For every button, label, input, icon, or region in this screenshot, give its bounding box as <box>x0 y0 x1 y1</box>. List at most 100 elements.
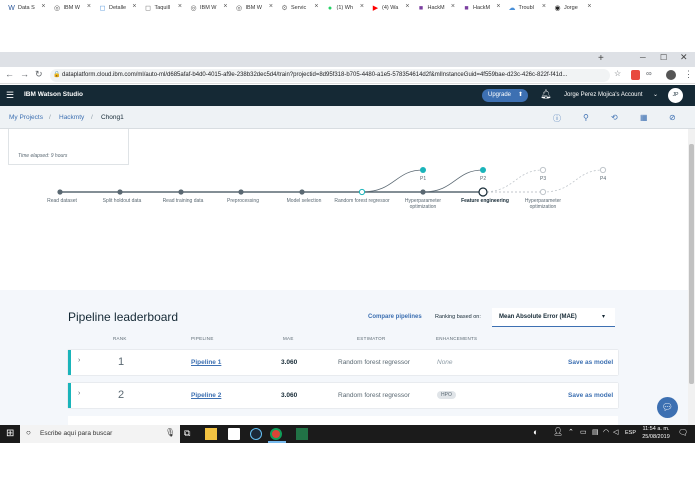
save-as-model-button[interactable]: Save as model <box>568 359 613 366</box>
pipeline-node-p2 <box>480 167 486 173</box>
browser-tab[interactable]: ⚙ Servic × <box>277 1 322 15</box>
volume-icon[interactable]: ◁ <box>613 428 618 436</box>
people-icon[interactable]: 👤︎ <box>553 427 563 436</box>
close-window-icon[interactable]: ✕ <box>680 52 688 63</box>
tab-close-icon[interactable]: × <box>360 3 364 10</box>
language-indicator[interactable]: ESP <box>625 430 636 436</box>
avatar[interactable]: JP <box>668 88 683 103</box>
task-view-icon[interactable]: ⧉ <box>184 428 190 439</box>
browser-tab[interactable]: ▶ (4) Wa × <box>368 1 413 15</box>
tab-close-icon[interactable]: × <box>496 3 500 10</box>
tab-label: IBM W <box>63 5 81 11</box>
minimize-icon[interactable]: ─ <box>640 53 646 62</box>
extension-link-icon[interactable]: ∞ <box>646 69 652 78</box>
browser-tab[interactable]: ◻ Taquill × <box>141 1 186 15</box>
chat-icon[interactable]: 💬︎ <box>657 397 678 418</box>
tray-app-icon[interactable]: ◐ <box>533 427 538 437</box>
enhancements-cell: None <box>437 359 453 366</box>
share-icon[interactable]: ⚲ <box>583 113 589 122</box>
column-header-enhancements: ENHANCEMENTS <box>436 336 478 341</box>
chevron-down-icon[interactable]: ⌄ <box>653 91 658 98</box>
clock-date[interactable]: 25/08/2019 <box>641 434 671 440</box>
windows-start-icon[interactable]: ⊞ <box>6 428 14 439</box>
tab-close-icon[interactable]: × <box>542 3 546 10</box>
network-icon[interactable]: ▤ <box>592 428 599 436</box>
grid-icon[interactable]: ▦ <box>640 113 648 122</box>
extension-icon[interactable] <box>631 70 640 80</box>
notification-bell-icon[interactable]: 🔔︎ <box>540 89 551 100</box>
chrome-icon[interactable] <box>270 428 282 440</box>
step-label: Model selection <box>286 198 322 204</box>
browser-tab[interactable]: W Data S × <box>4 1 49 15</box>
pipeline-link[interactable]: Pipeline 2 <box>191 392 221 399</box>
pipeline-link[interactable]: Pipeline 1 <box>191 359 221 366</box>
ranking-select[interactable]: Mean Absolute Error (MAE) ▾ <box>492 308 615 327</box>
browser-tab[interactable]: ■ HackM × <box>414 1 459 15</box>
scrollbar-thumb[interactable] <box>689 144 694 384</box>
reload-icon[interactable]: ↻ <box>35 69 43 80</box>
notifications-icon[interactable]: 🗨︎ <box>678 428 688 437</box>
tab-close-icon[interactable]: × <box>87 3 91 10</box>
expand-chevron-icon[interactable]: › <box>78 390 80 397</box>
maximize-icon[interactable]: ☐ <box>660 53 667 62</box>
browser-menu-icon[interactable]: ⋮ <box>684 69 693 80</box>
hamburger-menu-icon[interactable]: ☰ <box>6 90 14 101</box>
profile-avatar-icon[interactable] <box>666 70 676 80</box>
tab-close-icon[interactable]: × <box>223 3 227 10</box>
save-as-model-button[interactable]: Save as model <box>568 392 613 399</box>
tab-label: (4) Wa <box>382 5 399 11</box>
pipeline-label-p1: P1 <box>420 176 427 182</box>
breadcrumb-item-project[interactable]: Hackmty <box>59 114 84 121</box>
compare-pipelines-link[interactable]: Compare pipelines <box>368 314 422 320</box>
tab-close-icon[interactable]: × <box>132 3 136 10</box>
tab-close-icon[interactable]: × <box>41 3 45 10</box>
breadcrumb-item-projects[interactable]: My Projects <box>9 114 43 121</box>
excel-icon[interactable] <box>296 428 308 440</box>
tab-close-icon[interactable]: × <box>314 3 318 10</box>
table-row[interactable]: › 2 Pipeline 2 3.060 Random forest regre… <box>68 383 618 408</box>
mae-cell: 3.060 <box>281 392 298 399</box>
browser-tab[interactable]: ● (1) Wh × <box>323 1 368 15</box>
tab-close-icon[interactable]: × <box>451 3 455 10</box>
back-icon[interactable]: ← <box>5 69 14 79</box>
compass-icon[interactable]: ⊘ <box>669 113 676 122</box>
clock-time[interactable]: 11:54 a. m. <box>641 426 671 432</box>
tab-label: (1) Wh <box>336 5 354 11</box>
branch-p3 <box>482 169 544 193</box>
tab-close-icon[interactable]: × <box>269 3 273 10</box>
browser-tab[interactable]: ◎ IBM W × <box>186 1 231 15</box>
upgrade-label: Upgrade <box>488 92 512 98</box>
browser-tab[interactable]: ■ HackM × <box>459 1 504 15</box>
store-icon[interactable] <box>228 428 240 440</box>
upgrade-button[interactable]: Upgrade ⬆ <box>482 89 528 102</box>
tray-expand-icon[interactable]: ⌃ <box>568 428 574 436</box>
pipeline-node-p4 <box>599 166 607 174</box>
battery-icon[interactable]: ▭ <box>580 428 587 436</box>
tab-close-icon[interactable]: × <box>178 3 182 10</box>
file-explorer-icon[interactable] <box>205 428 217 440</box>
history-icon[interactable]: ⟲ <box>611 113 618 122</box>
pipeline-node-p1 <box>420 167 426 173</box>
new-tab-button[interactable]: + <box>598 53 604 64</box>
tab-label: HackM <box>427 5 445 11</box>
expand-chevron-icon[interactable]: › <box>78 357 80 364</box>
info-icon[interactable]: ⓘ <box>553 113 561 124</box>
table-row[interactable]: › 1 Pipeline 1 3.060 Random forest regre… <box>68 350 618 375</box>
browser-tab[interactable]: ◎ IBM W × <box>232 1 277 15</box>
steam-icon[interactable] <box>250 428 262 440</box>
brand-title[interactable]: IBM Watson Studio <box>24 91 83 98</box>
tab-close-icon[interactable]: × <box>587 3 591 10</box>
tab-close-icon[interactable]: × <box>405 3 409 10</box>
wifi-icon[interactable]: ◠ <box>603 428 609 436</box>
url-input[interactable]: 🔒 dataplatform.cloud.ibm.com/ml/auto-ml/… <box>50 69 610 82</box>
browser-tab[interactable]: ◉ Jorge × <box>550 1 595 15</box>
taskbar-search-input[interactable]: ○ Escribe aquí para buscar 🎙︎ <box>20 425 180 443</box>
browser-tab[interactable]: ◎ IBM W × <box>50 1 95 15</box>
browser-tab[interactable]: ◻ Detalle × <box>95 1 140 15</box>
step-label: Hyperparameter optimization <box>524 198 562 210</box>
forward-icon[interactable]: → <box>20 69 29 79</box>
bookmark-star-icon[interactable]: ☆ <box>614 69 621 78</box>
browser-tab[interactable]: ☁ Troubl × <box>505 1 550 15</box>
account-switcher[interactable]: Jorge Perez Mojica's Account <box>564 92 643 98</box>
tab-label: IBM W <box>200 5 217 11</box>
